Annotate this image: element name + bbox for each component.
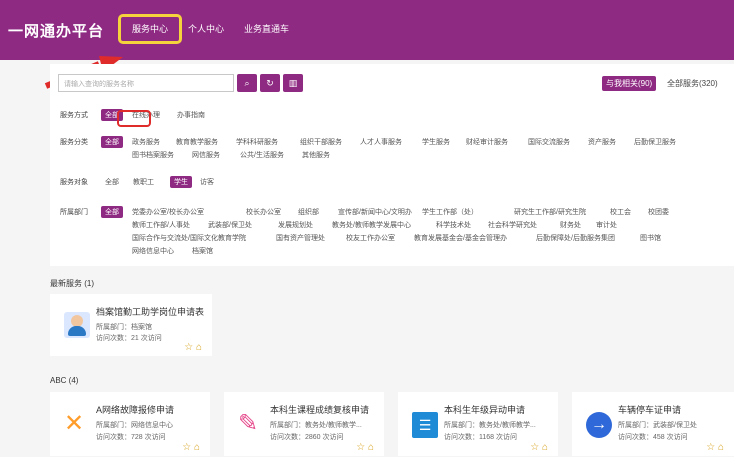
department-all[interactable]: 全部 [101, 206, 123, 218]
category-item[interactable]: 图书档案服务 [132, 150, 174, 160]
category-label: 服务分类 [60, 139, 88, 146]
service-card-archive-work-study[interactable]: 档案馆勤工助学岗位申请表 所属部门：档案馆 访问次数：21 次访问 ☆ ⌂ [50, 294, 212, 356]
department-item[interactable]: 后勤保障处/后勤服务集团 [536, 233, 615, 243]
category-item[interactable]: 公共/生活服务 [240, 150, 284, 160]
service-card-department: 所属部门：武装部/保卫处 [618, 422, 697, 429]
service-card-department: 所属部门：教务处/教师教学... [270, 422, 362, 429]
service-mode-guide[interactable]: 办事指南 [177, 110, 205, 120]
category-item[interactable]: 网信服务 [192, 150, 220, 160]
category-item[interactable]: 资产服务 [588, 137, 616, 147]
top-navigation: 一网通办平台 服务中心 个人中心 业务直通车 [0, 0, 734, 60]
department-item[interactable]: 研究生工作部/研究生院 [514, 207, 586, 217]
search-input[interactable]: 请输入查询的服务名称 [58, 74, 234, 92]
category-item[interactable]: 学科科研服务 [236, 137, 278, 147]
service-card-visits: 访问次数：458 次访问 [618, 434, 688, 441]
department-item[interactable]: 财务处 [560, 220, 581, 230]
department-item[interactable]: 武装部/保卫处 [208, 220, 252, 230]
category-item[interactable]: 后勤保卫服务 [634, 137, 676, 147]
favorite-icon[interactable]: ☆ ⌂ [706, 442, 724, 453]
department-item[interactable]: 图书馆 [640, 233, 661, 243]
service-card-department: 所属部门：教务处/教师教学... [444, 422, 536, 429]
category-item[interactable]: 财经审计服务 [466, 137, 508, 147]
service-card-student-change[interactable]: ☰ 本科生年级异动申请 所属部门：教务处/教师教学... 访问次数：1168 次… [398, 392, 558, 456]
category-item[interactable]: 学生服务 [422, 137, 450, 147]
category-item[interactable]: 组织干部服务 [300, 137, 342, 147]
department-item[interactable]: 教育发展基金会/基金会管理办 [414, 233, 507, 243]
service-card-network-repair[interactable]: ✕ A网络故障报修申请 所属部门：网络信息中心 访问次数：728 次访问 ☆ ⌂ [50, 392, 210, 456]
department-item[interactable]: 校友工作办公室 [346, 233, 395, 243]
filter-panel: 请输入查询的服务名称 ⌕ ↻ ▥ 与我相关(90) 全部服务(320) 服务方式… [50, 64, 734, 266]
department-item[interactable]: 宣传部/新闻中心/文明办 [338, 207, 412, 217]
department-label: 所属部门 [60, 209, 88, 216]
service-card-visits: 访问次数：1168 次访问 [444, 434, 517, 441]
department-item[interactable]: 网络信息中心 [132, 246, 174, 256]
department-item[interactable]: 党委办公室/校长办公室 [132, 207, 204, 217]
service-card-grade-review[interactable]: ✎ 本科生课程成绩复核申请 所属部门：教务处/教师教学... 访问次数：2860… [224, 392, 384, 456]
target-student[interactable]: 学生 [170, 176, 192, 188]
service-card-title: 本科生年级异动申请 [444, 405, 526, 415]
highlight-box [118, 14, 182, 44]
service-card-visits: 访问次数：2860 次访问 [270, 434, 344, 441]
latest-services-title: 最新服务 (1) [50, 279, 94, 288]
service-card-department: 所属部门：档案馆 [96, 324, 152, 331]
category-all[interactable]: 全部 [101, 136, 123, 148]
chart-icon[interactable]: ▥ [283, 74, 303, 92]
arrow-right-icon: → [586, 412, 612, 438]
document-icon: ☰ [412, 412, 438, 438]
service-card-department: 所属部门：网络信息中心 [96, 422, 173, 429]
department-item[interactable]: 科学技术处 [436, 220, 471, 230]
related-services-button[interactable]: 与我相关(90) [602, 76, 657, 91]
favorite-icon[interactable]: ☆ ⌂ [530, 442, 548, 453]
nav-business-express[interactable]: 业务直通车 [244, 22, 289, 35]
department-item[interactable]: 教务处/教师教学发展中心 [332, 220, 411, 230]
student-avatar-icon [64, 312, 90, 338]
category-item[interactable]: 国际交流服务 [528, 137, 570, 147]
all-services-button[interactable]: 全部服务(320) [667, 78, 718, 89]
favorite-icon[interactable]: ☆ ⌂ [184, 342, 202, 353]
target-visitor[interactable]: 访客 [200, 177, 214, 187]
service-card-parking-permit[interactable]: → 车辆停车证申请 所属部门：武装部/保卫处 访问次数：458 次访问 ☆ ⌂ [572, 392, 734, 456]
department-item[interactable]: 发展规划处 [278, 220, 313, 230]
search-icon[interactable]: ⌕ [237, 74, 257, 92]
target-label: 服务对象 [60, 179, 88, 186]
service-card-visits: 访问次数：728 次访问 [96, 434, 166, 441]
search-placeholder: 请输入查询的服务名称 [64, 81, 134, 88]
department-item[interactable]: 教师工作部/人事处 [132, 220, 190, 230]
tools-icon: ✕ [64, 410, 85, 437]
platform-logo: 一网通办平台 [8, 23, 105, 40]
department-item[interactable]: 国际合作与交流处/国际文化教育学院 [132, 233, 246, 243]
nav-personal-center[interactable]: 个人中心 [188, 22, 224, 35]
service-card-title: A网络故障报修申请 [96, 405, 175, 415]
refresh-icon[interactable]: ↻ [260, 74, 280, 92]
abc-services-title: ABC (4) [50, 376, 79, 385]
department-item[interactable]: 社会科学研究处 [488, 220, 537, 230]
target-staff[interactable]: 教职工 [133, 177, 154, 187]
department-item[interactable]: 学生工作部（处） [422, 207, 478, 217]
service-card-title: 车辆停车证申请 [618, 405, 682, 415]
service-card-visits: 访问次数：21 次访问 [96, 335, 162, 342]
department-item[interactable]: 国有资产管理处 [276, 233, 325, 243]
category-item[interactable]: 其他服务 [302, 150, 330, 160]
department-item[interactable]: 校团委 [648, 207, 669, 217]
category-item[interactable]: 人才人事服务 [360, 137, 402, 147]
service-card-title: 档案馆勤工助学岗位申请表 [96, 307, 205, 317]
department-item[interactable]: 组织部 [298, 207, 319, 217]
department-item[interactable]: 审计处 [596, 220, 617, 230]
department-item[interactable]: 校工会 [610, 207, 631, 217]
favorite-icon[interactable]: ☆ ⌂ [356, 442, 374, 453]
department-item[interactable]: 校长办公室 [246, 207, 281, 217]
service-mode-label: 服务方式 [60, 112, 88, 119]
favorite-icon[interactable]: ☆ ⌂ [182, 442, 200, 453]
pen-icon: ✎ [238, 410, 259, 437]
category-item[interactable]: 政务服务 [132, 137, 160, 147]
category-item[interactable]: 教育教学服务 [176, 137, 218, 147]
service-card-title: 本科生课程成绩复核申请 [270, 405, 370, 415]
student-highlight-box [117, 110, 151, 127]
target-all[interactable]: 全部 [105, 177, 119, 187]
department-item[interactable]: 档案馆 [192, 246, 213, 256]
